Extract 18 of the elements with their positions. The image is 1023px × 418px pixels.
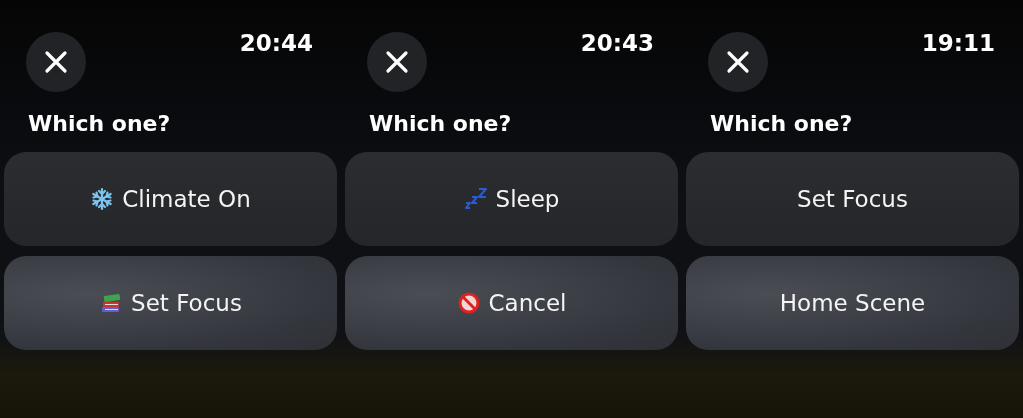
close-icon bbox=[726, 50, 750, 74]
option-button[interactable]: Home Scene bbox=[686, 256, 1019, 350]
option-button[interactable]: Sleep bbox=[345, 152, 678, 246]
option-button[interactable]: Climate On bbox=[4, 152, 337, 246]
clock-time: 20:43 bbox=[580, 30, 654, 56]
prompt-title: Which one? bbox=[710, 110, 854, 138]
close-icon bbox=[44, 50, 68, 74]
snowflake-icon bbox=[90, 187, 115, 211]
option-button[interactable]: Cancel bbox=[345, 256, 678, 350]
prompt-title: Which one? bbox=[28, 110, 172, 138]
clock-time: 20:44 bbox=[239, 30, 313, 56]
prohibited-icon bbox=[456, 291, 481, 315]
close-icon bbox=[385, 50, 409, 74]
prompt-title: Which one? bbox=[369, 110, 513, 138]
option-button[interactable]: Set Focus bbox=[4, 256, 337, 350]
clock-time: 19:11 bbox=[921, 30, 995, 56]
option-button[interactable]: Set Focus bbox=[686, 152, 1019, 246]
sleep-icon bbox=[463, 187, 488, 211]
